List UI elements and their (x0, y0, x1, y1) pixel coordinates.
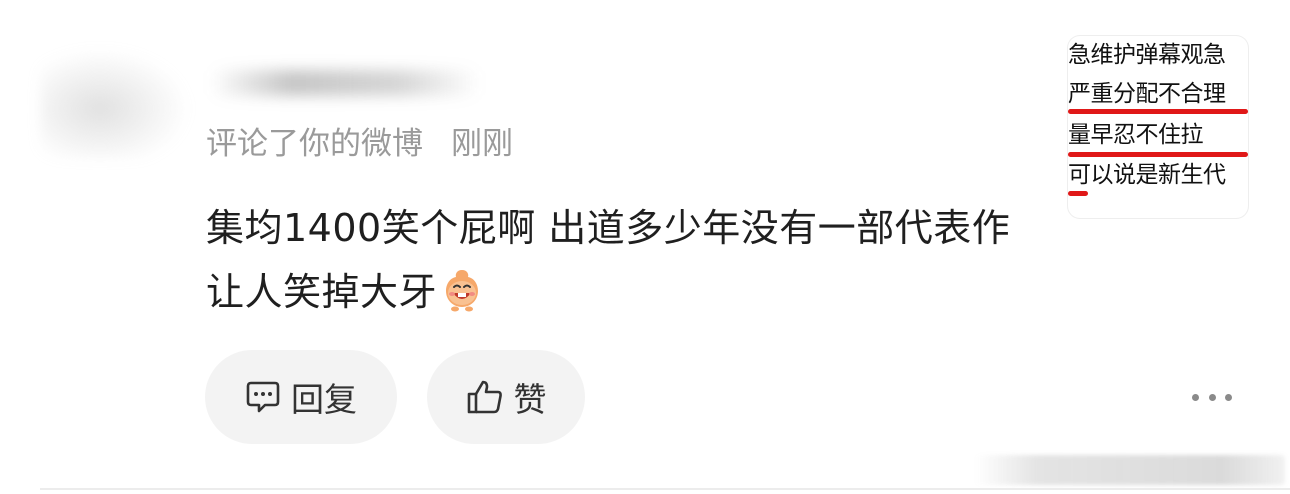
comment-actions: 回复 赞 (205, 350, 585, 444)
comment-meta: 评论了你的微博 刚刚 (206, 118, 513, 163)
watermark (975, 455, 1285, 485)
weibo-thumbnail[interactable]: 急维护弹幕观急 严重分配不合理 量早忍不住拉 可以说是新生代 (1068, 36, 1248, 218)
red-underline (1068, 191, 1088, 196)
reply-label: 回复 (291, 380, 357, 419)
divider (40, 488, 1290, 490)
thumbnail-line: 可以说是新生代 (1068, 162, 1226, 188)
comment-icon (245, 380, 281, 414)
thumbnail-line: 急维护弹幕观急 (1068, 42, 1226, 68)
thumbnail-line: 量早忍不住拉 (1068, 122, 1204, 148)
more-icon[interactable] (1192, 384, 1232, 410)
reply-button[interactable]: 回复 (205, 350, 397, 444)
red-underline (1068, 109, 1248, 114)
like-label: 赞 (513, 380, 547, 419)
comment-body: 集均1400笑个屁啊 出道多少年没有一部代表作 让人笑掉大牙 (206, 196, 1046, 324)
like-button[interactable]: 赞 (427, 350, 585, 444)
thumbs-up-icon (466, 379, 504, 415)
red-underline (1068, 152, 1248, 157)
comment-text: 集均1400笑个屁啊 出道多少年没有一部代表作 让人笑掉大牙 (206, 206, 1011, 314)
comment-action-text: 评论了你的微博 (206, 126, 423, 162)
grinning-emoji-icon (439, 267, 485, 313)
thumbnail-line: 严重分配不合理 (1068, 81, 1226, 107)
avatar[interactable] (40, 48, 190, 158)
username-blurred[interactable] (210, 70, 480, 96)
comment-time: 刚刚 (451, 126, 513, 162)
